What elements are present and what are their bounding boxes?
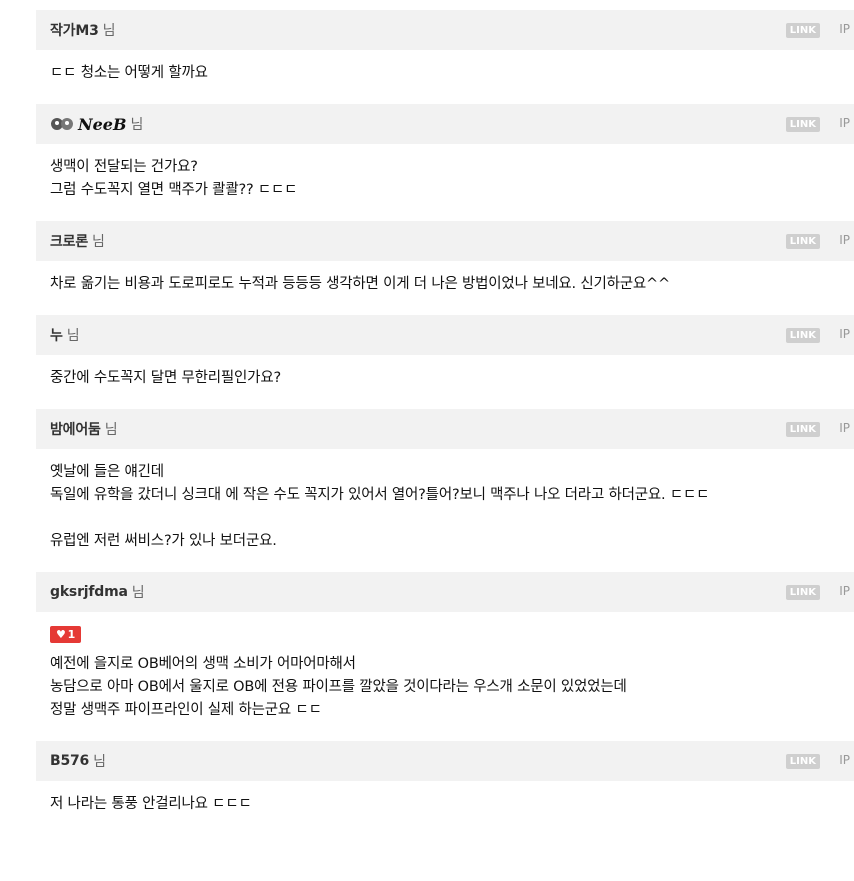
- comment-line: 생맥이 전달되는 건가요?: [50, 159, 198, 175]
- author-avatar-icon: [51, 118, 73, 130]
- link-button[interactable]: LINK: [785, 422, 820, 437]
- comment-line: 차로 옮기는 비용과 도로피로도 누적과 등등등 생각하면 이게 더 나은 방법…: [50, 276, 670, 292]
- comment-item: gksrjfdma 님 LINK IP ♥ 1 예전에 을지로 OB베어의 생맥 …: [36, 572, 854, 741]
- comment-list: 작가M3 님 LINK IP ㄷㄷ 청소는 어떻게 할까요 NeeB 님 LIN…: [36, 10, 854, 835]
- comment-line: 그럼 수도꼭지 열면 맥주가 콸콸?? ㄷㄷㄷ: [50, 182, 298, 198]
- comment-author[interactable]: gksrjfdma: [50, 584, 128, 600]
- comment-author[interactable]: 누: [50, 325, 63, 345]
- comment-header: 밤에어둠 님 LINK IP: [36, 409, 854, 449]
- comment-line: 정말 생맥주 파이프라인이 실제 하는군요 ㄷㄷ: [50, 702, 322, 718]
- link-button[interactable]: LINK: [785, 117, 820, 132]
- comment-line: 농담으로 아마 OB에서 울지로 OB에 전용 파이프를 깔았을 것이다라는 우…: [50, 679, 627, 695]
- comment-line: ㄷㄷ 청소는 어떻게 할까요: [50, 65, 208, 81]
- comment-line: 유럽엔 저런 써비스?가 있나 보더군요.: [50, 533, 277, 549]
- link-button[interactable]: LINK: [785, 23, 820, 38]
- like-badge[interactable]: ♥ 1: [50, 626, 82, 643]
- comment-item: B576 님 LINK IP 저 나라는 통풍 안걸리나요 ㄷㄷㄷ: [36, 741, 854, 835]
- comment-header: 작가M3 님 LINK IP: [36, 10, 854, 50]
- link-button[interactable]: LINK: [785, 234, 820, 249]
- link-button[interactable]: LINK: [785, 328, 820, 343]
- comment-line: 저 나라는 통풍 안걸리나요 ㄷㄷㄷ: [50, 796, 252, 812]
- comment-header: 크로론 님 LINK IP: [36, 221, 854, 261]
- ip-label: IP: [839, 584, 850, 598]
- comment-item: NeeB 님 LINK IP 생맥이 전달되는 건가요? 그럼 수도꼭지 열면 …: [36, 104, 854, 221]
- author-nick-image[interactable]: NeeB: [50, 115, 127, 134]
- ip-label: IP: [839, 22, 850, 36]
- link-button[interactable]: LINK: [785, 585, 820, 600]
- ip-label: IP: [839, 116, 850, 130]
- comment-header: B576 님 LINK IP: [36, 741, 854, 781]
- comment-item: 작가M3 님 LINK IP ㄷㄷ 청소는 어떻게 할까요: [36, 10, 854, 104]
- author-suffix: 님: [102, 23, 116, 39]
- comment-header: NeeB 님 LINK IP: [36, 104, 854, 144]
- author-suffix: 님: [92, 234, 105, 250]
- ip-label: IP: [839, 327, 850, 341]
- comment-line: [50, 507, 840, 530]
- ip-label: IP: [839, 233, 850, 247]
- comment-author[interactable]: 밤에어둠: [50, 419, 101, 439]
- comment-body: 옛날에 들은 얘긴데 독일에 유학을 갔더니 싱크대 에 작은 수도 꼭지가 있…: [36, 449, 854, 572]
- comment-body: 생맥이 전달되는 건가요? 그럼 수도꼭지 열면 맥주가 콸콸?? ㄷㄷㄷ: [36, 144, 854, 221]
- comment-author[interactable]: 크로론: [50, 231, 88, 251]
- comment-line: 옛날에 들은 얘긴데: [50, 464, 164, 480]
- link-button[interactable]: LINK: [785, 754, 820, 769]
- heart-icon: ♥: [56, 628, 66, 641]
- comment-body: 차로 옮기는 비용과 도로피로도 누적과 등등등 생각하면 이게 더 나은 방법…: [36, 261, 854, 315]
- comment-header: 누 님 LINK IP: [36, 315, 854, 355]
- comment-header: gksrjfdma 님 LINK IP: [36, 572, 854, 612]
- comment-line: 독일에 유학을 갔더니 싱크대 에 작은 수도 꼭지가 있어서 열어?틀어?보니…: [50, 487, 710, 503]
- comment-body: ♥ 1 예전에 을지로 OB베어의 생맥 소비가 어마어마해서 농담으로 아마 O…: [36, 612, 854, 741]
- comment-line: 중간에 수도꼭지 달면 무한리필인가요?: [50, 370, 281, 386]
- comment-body: 저 나라는 통풍 안걸리나요 ㄷㄷㄷ: [36, 781, 854, 835]
- comment-item: 밤에어둠 님 LINK IP 옛날에 들은 얘긴데 독일에 유학을 갔더니 싱크…: [36, 409, 854, 572]
- comment-author[interactable]: B576: [50, 753, 89, 769]
- author-suffix: 님: [66, 328, 80, 344]
- author-suffix: 님: [104, 422, 118, 438]
- comment-item: 크로론 님 LINK IP 차로 옮기는 비용과 도로피로도 누적과 등등등 생…: [36, 221, 854, 315]
- comment-author: NeeB: [78, 114, 127, 134]
- comment-body: ㄷㄷ 청소는 어떻게 할까요: [36, 50, 854, 104]
- comment-body: 중간에 수도꼭지 달면 무한리필인가요?: [36, 355, 854, 409]
- ip-label: IP: [839, 753, 850, 767]
- author-suffix: 님: [130, 117, 144, 133]
- author-suffix: 님: [131, 585, 145, 601]
- like-count: 1: [67, 628, 76, 641]
- ip-label: IP: [839, 421, 850, 435]
- comment-item: 누 님 LINK IP 중간에 수도꼭지 달면 무한리필인가요?: [36, 315, 854, 409]
- comment-author[interactable]: 작가M3: [50, 20, 99, 40]
- comment-line: 예전에 을지로 OB베어의 생맥 소비가 어마어마해서: [50, 656, 356, 672]
- author-suffix: 님: [93, 754, 106, 770]
